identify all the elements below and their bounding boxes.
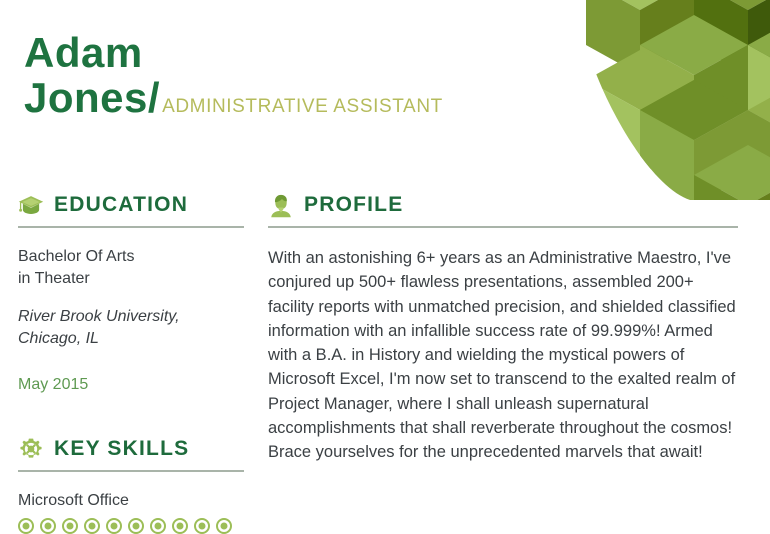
- profile-section: PROFILE With an astonishing 6+ years as …: [268, 190, 738, 464]
- skills-heading: KEY SKILLS: [18, 434, 244, 464]
- education-school: River Brook University, Chicago, IL: [18, 308, 180, 348]
- rating-dot: [18, 518, 34, 534]
- profile-heading: PROFILE: [268, 190, 738, 220]
- skills-title: KEY SKILLS: [54, 437, 190, 461]
- education-section: EDUCATION Bachelor Of Arts in Theater Ri…: [18, 190, 244, 394]
- rating-dot: [172, 518, 188, 534]
- last-name: Jones/: [24, 74, 161, 122]
- person-bust-icon: [271, 194, 291, 218]
- education-degree: Bachelor Of Arts in Theater: [18, 248, 135, 288]
- rating-dot: [194, 518, 210, 534]
- resume-header: Adam Jones/ ADMINISTRATIVE ASSISTANT: [24, 30, 584, 121]
- left-column: EDUCATION Bachelor Of Arts in Theater Ri…: [18, 190, 244, 534]
- resume-body: EDUCATION Bachelor Of Arts in Theater Ri…: [0, 190, 770, 534]
- skill-item: Microsoft Office: [18, 492, 244, 534]
- education-title: EDUCATION: [54, 193, 189, 216]
- profile-divider: [268, 226, 738, 228]
- rating-dot: [106, 518, 122, 534]
- rating-dot: [128, 518, 144, 534]
- profile-text: With an astonishing 6+ years as an Admin…: [268, 249, 736, 461]
- gear-icon: [20, 438, 42, 458]
- skill-rating-dots: [18, 518, 244, 534]
- rating-dot: [84, 518, 100, 534]
- rating-dot: [62, 518, 78, 534]
- name-row: Jones/ ADMINISTRATIVE ASSISTANT: [24, 74, 584, 122]
- education-heading: EDUCATION: [18, 190, 244, 220]
- rating-dot: [216, 518, 232, 534]
- profile-title: PROFILE: [304, 193, 404, 216]
- rating-dot: [40, 518, 56, 534]
- first-name: Adam: [24, 29, 143, 76]
- skill-label: Microsoft Office: [18, 492, 129, 510]
- education-divider: [18, 226, 244, 228]
- right-column: PROFILE With an astonishing 6+ years as …: [268, 190, 738, 464]
- skills-divider: [18, 470, 244, 473]
- education-entry: Bachelor Of Arts in Theater River Brook …: [18, 246, 244, 394]
- graduation-cap-icon: [18, 196, 44, 214]
- skills-section: KEY SKILLS Microsoft Office: [18, 434, 244, 534]
- rating-dot: [150, 518, 166, 534]
- job-title: ADMINISTRATIVE ASSISTANT: [162, 96, 443, 118]
- education-date: May 2015: [18, 376, 89, 394]
